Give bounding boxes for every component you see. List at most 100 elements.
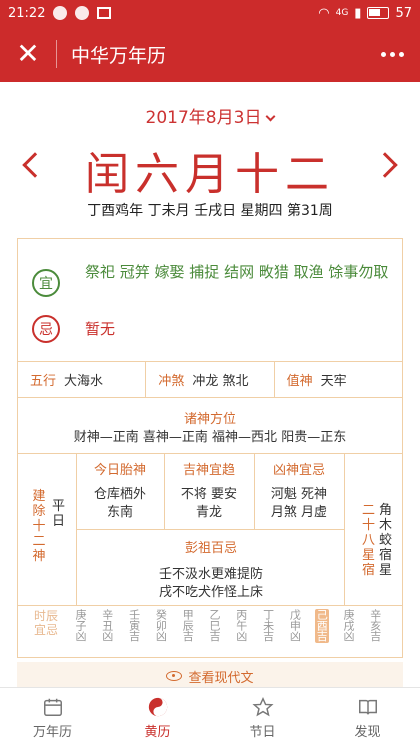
hour-luck: 吉	[370, 630, 382, 643]
tab-calendar[interactable]: 万年历	[0, 688, 105, 747]
wuxing-value: 大海水	[64, 373, 104, 389]
book-icon	[358, 699, 377, 714]
date-selector[interactable]: 2017年8月3日	[0, 103, 420, 128]
battery-icon	[367, 7, 390, 19]
hour-item: 丙午凶	[235, 609, 249, 643]
clock: 21:22	[8, 5, 46, 21]
taishen-line: 仓库栖外	[93, 487, 146, 502]
jishen-line: 青龙	[195, 505, 222, 520]
hour-ganzhi: 壬寅	[127, 609, 141, 631]
divider	[18, 397, 402, 398]
close-icon: ✕	[16, 37, 40, 70]
xiu-value: 角木蛟宿星	[379, 503, 393, 578]
xiongshen-line: 河魁 死神	[270, 487, 328, 502]
ji-text: 暂无	[85, 320, 116, 338]
wifi-icon: ◠	[318, 5, 330, 21]
hour-luck: 凶	[102, 630, 114, 643]
hour-item: 辛丑凶	[101, 609, 115, 643]
eye-icon	[166, 671, 183, 681]
pengzu-cell: 彭祖百忌 壬不汲水更难提防 戌不吃犬作怪上床	[76, 529, 346, 602]
gallery-icon	[97, 7, 112, 19]
notification-icon	[75, 6, 90, 20]
tab-almanac[interactable]: 黄历	[105, 688, 210, 747]
shen-grid: 建除十二神 平日 今日胎神 仓库栖外东南 吉神宜趋 不将 要安青龙 凶神宜忌 河…	[18, 453, 402, 605]
jishen-cell: 吉神宜趋 不将 要安青龙	[165, 453, 253, 522]
jishen-title: 吉神宜趋	[182, 463, 235, 478]
view-modern-text-label: 查看现代文	[188, 670, 254, 686]
signal-icon: ▮	[354, 5, 362, 21]
wuxing-label: 五行	[30, 373, 57, 389]
view-modern-text-button[interactable]: 查看现代文	[17, 662, 403, 690]
hour-luck: 凶	[343, 630, 355, 643]
hour-item: 癸卯凶	[154, 609, 168, 643]
jianchu-label: 建除十二神	[32, 489, 46, 564]
yi-seal-icon: 宜	[32, 269, 60, 297]
hour-ganzhi: 戊申	[288, 609, 302, 631]
hour-luck: 凶	[289, 630, 301, 643]
bottom-tab-bar: 万年历 黄历 节日 发现	[0, 687, 420, 747]
close-button[interactable]: ✕	[0, 26, 56, 82]
ji-seal-icon: 忌	[32, 315, 60, 343]
hour-item: 己酉吉	[315, 609, 330, 643]
hours-row: 时辰宜忌 庚子凶辛丑凶壬寅吉癸卯凶甲辰吉乙巳吉丙午凶丁未吉戊申凶己酉吉庚戌凶辛亥…	[18, 605, 402, 649]
hour-ganzhi: 己酉	[315, 609, 329, 631]
tab-festivals[interactable]: 节日	[210, 688, 315, 747]
hour-luck: 吉	[129, 630, 141, 643]
hour-luck: 吉	[263, 630, 275, 643]
notification-icon	[53, 6, 68, 20]
date-text: 2017年8月3日	[145, 108, 262, 128]
xiu-label: 二十八星宿	[362, 503, 376, 578]
hour-luck: 吉	[182, 630, 194, 643]
yin-yang-icon	[148, 697, 167, 716]
status-bar: 21:22 ◠ 4G ▮ 57	[0, 0, 420, 26]
taishen-title: 今日胎神	[93, 463, 146, 478]
hour-ganzhi: 辛亥	[368, 609, 382, 631]
signal-label: 4G	[335, 8, 349, 18]
hour-ganzhi: 甲辰	[181, 609, 195, 631]
battery-level: 57	[395, 5, 412, 21]
lunar-date: 闰六月十二	[85, 149, 335, 200]
hour-item: 辛亥吉	[369, 609, 383, 643]
hour-luck: 吉	[316, 630, 328, 643]
hour-luck: 吉	[209, 630, 221, 643]
more-menu-button[interactable]	[364, 26, 420, 82]
hour-item: 甲辰吉	[181, 609, 195, 643]
hour-luck: 凶	[155, 630, 167, 643]
taishen-line: 东南	[106, 505, 133, 520]
tab-label: 黄历	[144, 724, 171, 740]
almanac-card: 宜 祭祀 冠笄 嫁娶 捕捉 结网 畋猎 取渔 馀事勿取 忌 暂无 五行 大海水 冲…	[17, 238, 403, 658]
info-row: 五行 大海水 冲煞 冲龙 煞北 值神 天牢	[18, 361, 402, 397]
pengzu-line: 戌不吃犬作怪上床	[158, 585, 263, 600]
wuxing-cell: 五行 大海水	[18, 361, 147, 397]
xiongshen-line: 月煞 月虚	[270, 505, 328, 520]
star-icon	[251, 696, 274, 716]
jishen-line: 不将 要安	[180, 487, 238, 502]
tab-label: 发现	[354, 724, 381, 740]
yi-text: 祭祀 冠笄 嫁娶 捕捉 结网 畋猎 取渔 馀事勿取	[85, 263, 389, 281]
pengzu-line: 壬不汲水更难提防	[158, 567, 263, 582]
hour-ganzhi: 辛丑	[100, 609, 114, 631]
zhishen-cell: 值神 天牢	[275, 361, 402, 397]
hour-item: 乙巳吉	[208, 609, 222, 643]
zhishen-label: 值神	[286, 373, 313, 389]
hour-ganzhi: 癸卯	[154, 609, 168, 631]
hour-ganzhi: 丁未	[261, 609, 275, 631]
xiongshen-title: 凶神宜忌	[272, 463, 325, 478]
ganzhi-info: 丁酉鸡年 丁未月 壬戌日 星期四 第31周	[87, 203, 333, 219]
tab-label: 万年历	[32, 724, 72, 740]
tab-discover[interactable]: 发现	[315, 688, 420, 747]
hour-item: 庚戌凶	[342, 609, 356, 643]
zhishen-value: 天牢	[320, 373, 347, 389]
hours-label: 时辰宜忌	[33, 609, 58, 637]
hour-ganzhi: 丙午	[234, 609, 248, 631]
jianchu-value: 平日	[52, 499, 66, 529]
app-title: 中华万年历	[71, 44, 167, 67]
hour-item: 壬寅吉	[128, 609, 142, 643]
taishen-cell: 今日胎神 仓库栖外东南	[76, 453, 164, 522]
hour-item: 丁未吉	[262, 609, 276, 643]
chongsha-label: 冲煞	[158, 373, 185, 389]
hour-ganzhi: 庚戌	[342, 609, 355, 631]
hour-item: 戊申凶	[288, 609, 302, 643]
chongsha-cell: 冲煞 冲龙 煞北	[146, 361, 275, 397]
app-header: ✕ 中华万年历	[0, 26, 420, 82]
